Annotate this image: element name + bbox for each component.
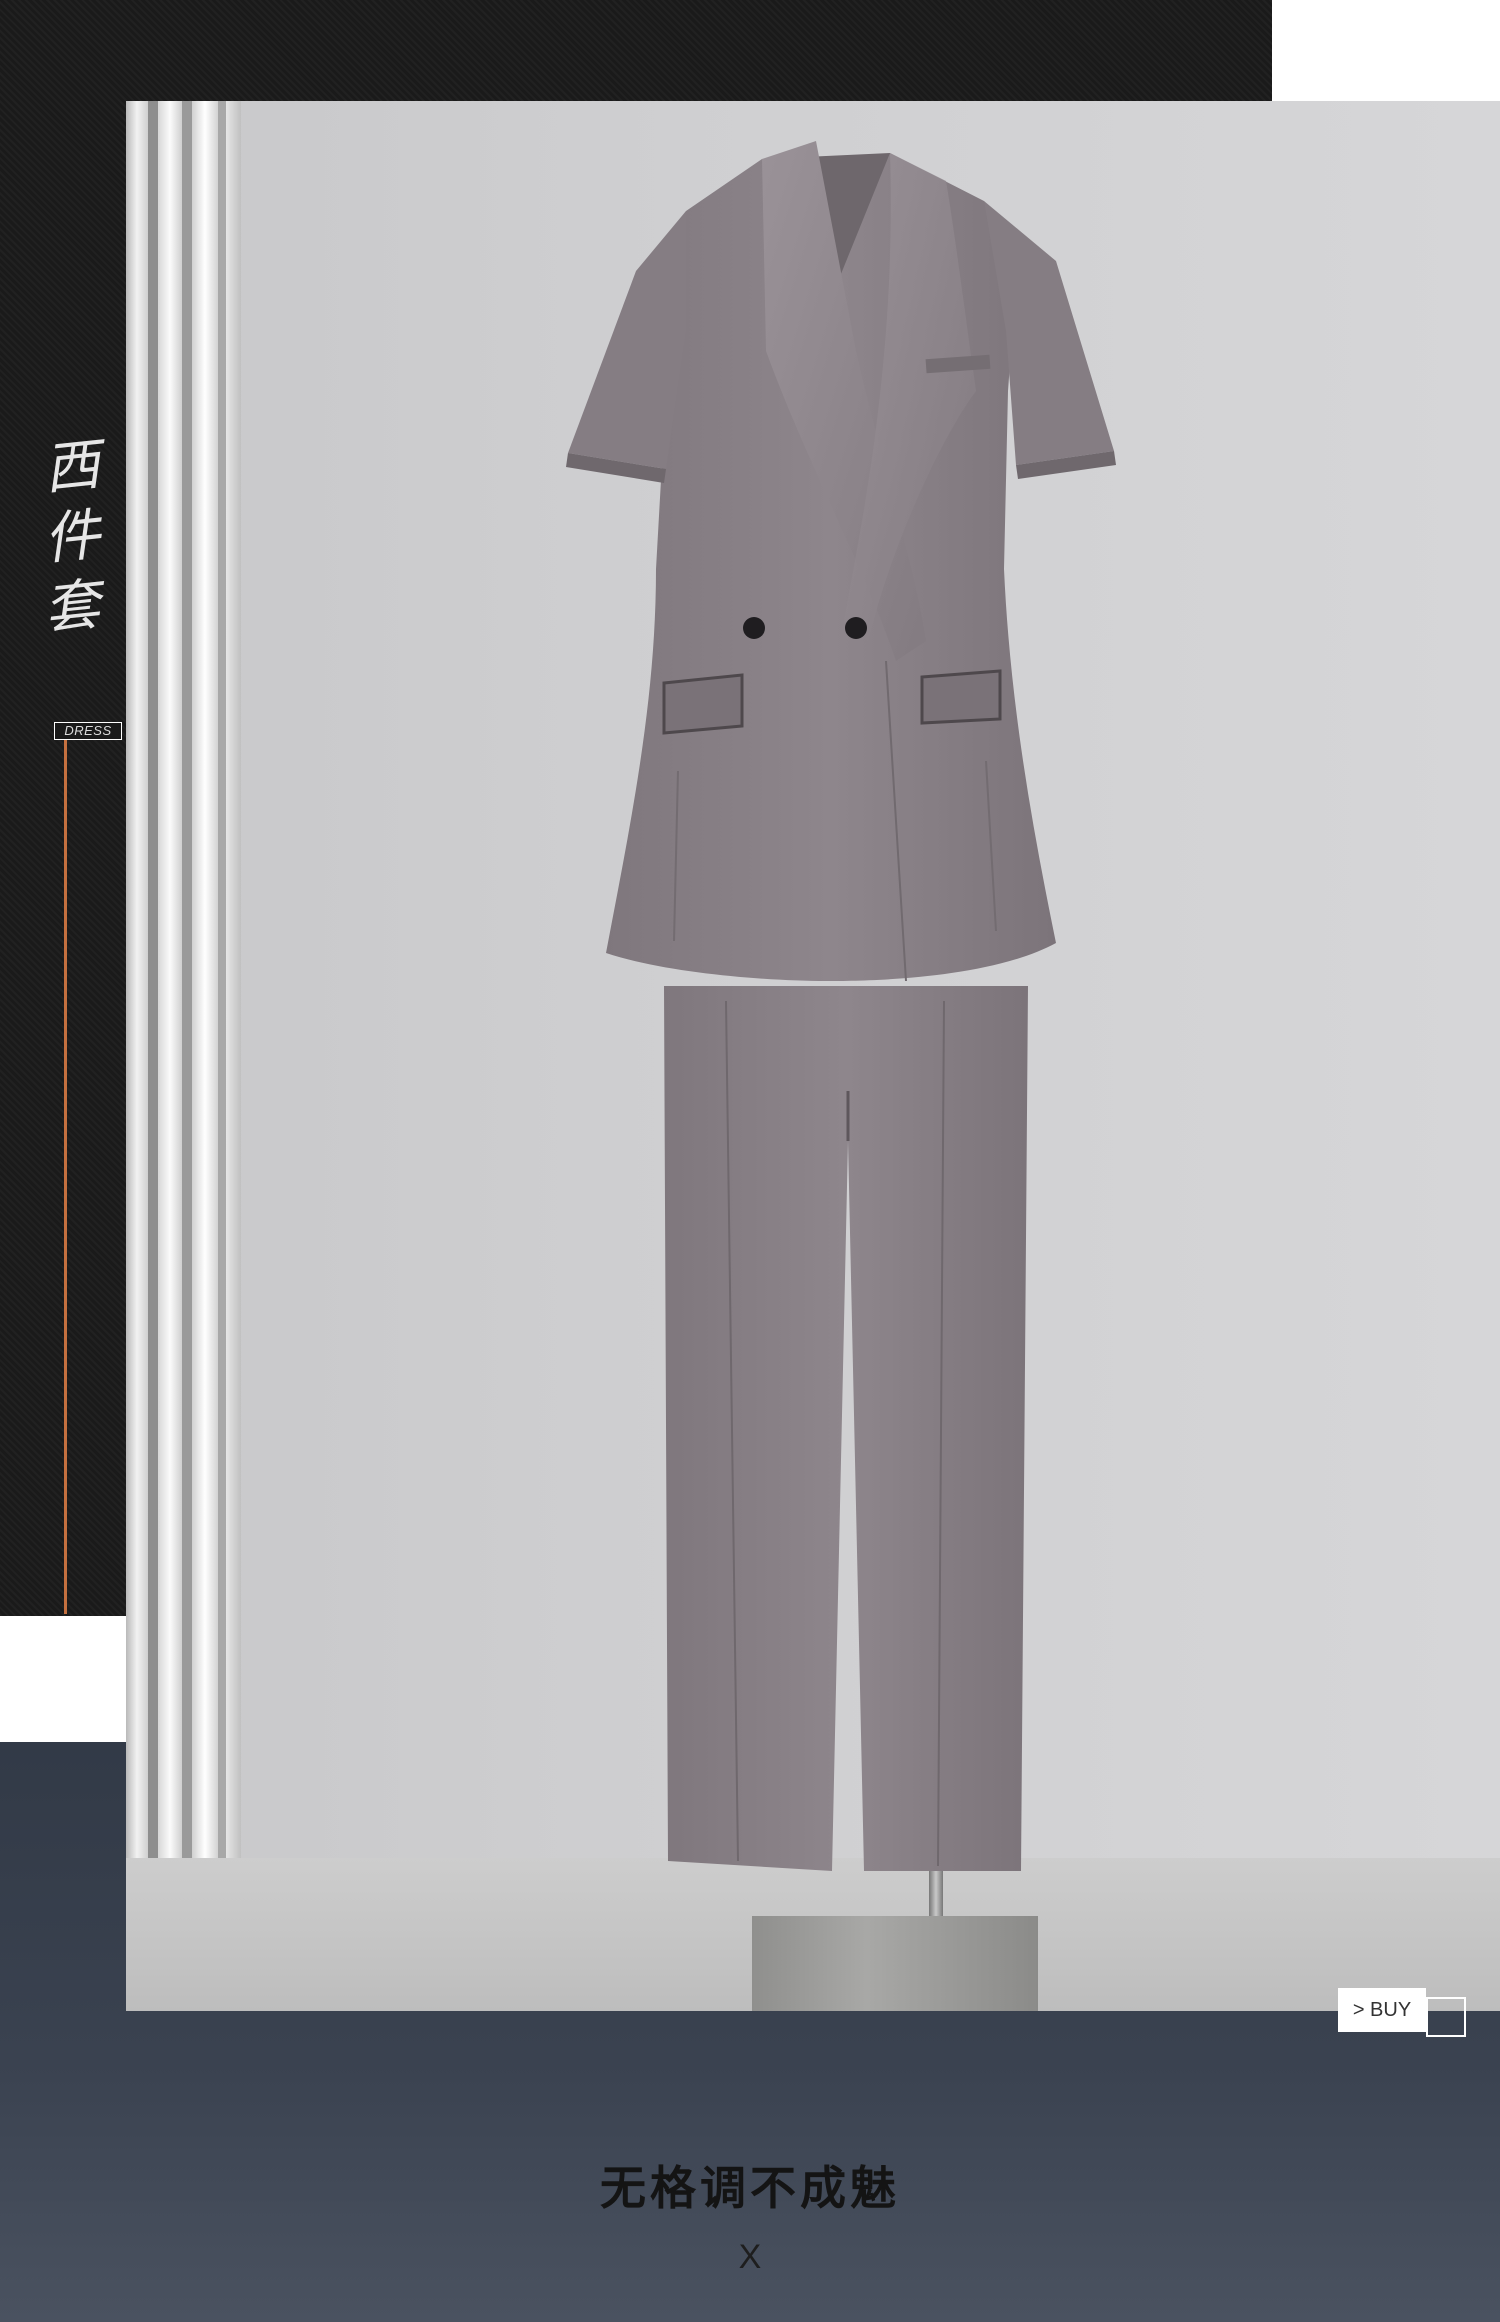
divider-mark: X: [738, 2238, 762, 2276]
buy-button-frame: [1426, 1997, 1466, 2037]
title-char-1: 西: [40, 432, 104, 503]
slogan: 无格调不成魅: [600, 2161, 900, 2215]
accent-line: [64, 740, 67, 1614]
trousers: [664, 986, 1028, 1871]
product-photo: [126, 101, 1500, 2011]
buy-button[interactable]: > BUY: [1338, 1988, 1426, 2032]
dress-tag: DRESS: [54, 722, 122, 740]
title-char-2: 件: [40, 502, 104, 573]
title-char-3: 套: [40, 572, 104, 643]
suit-illustration: [566, 141, 1116, 1871]
vertical-title: 西 件 套: [40, 432, 104, 643]
